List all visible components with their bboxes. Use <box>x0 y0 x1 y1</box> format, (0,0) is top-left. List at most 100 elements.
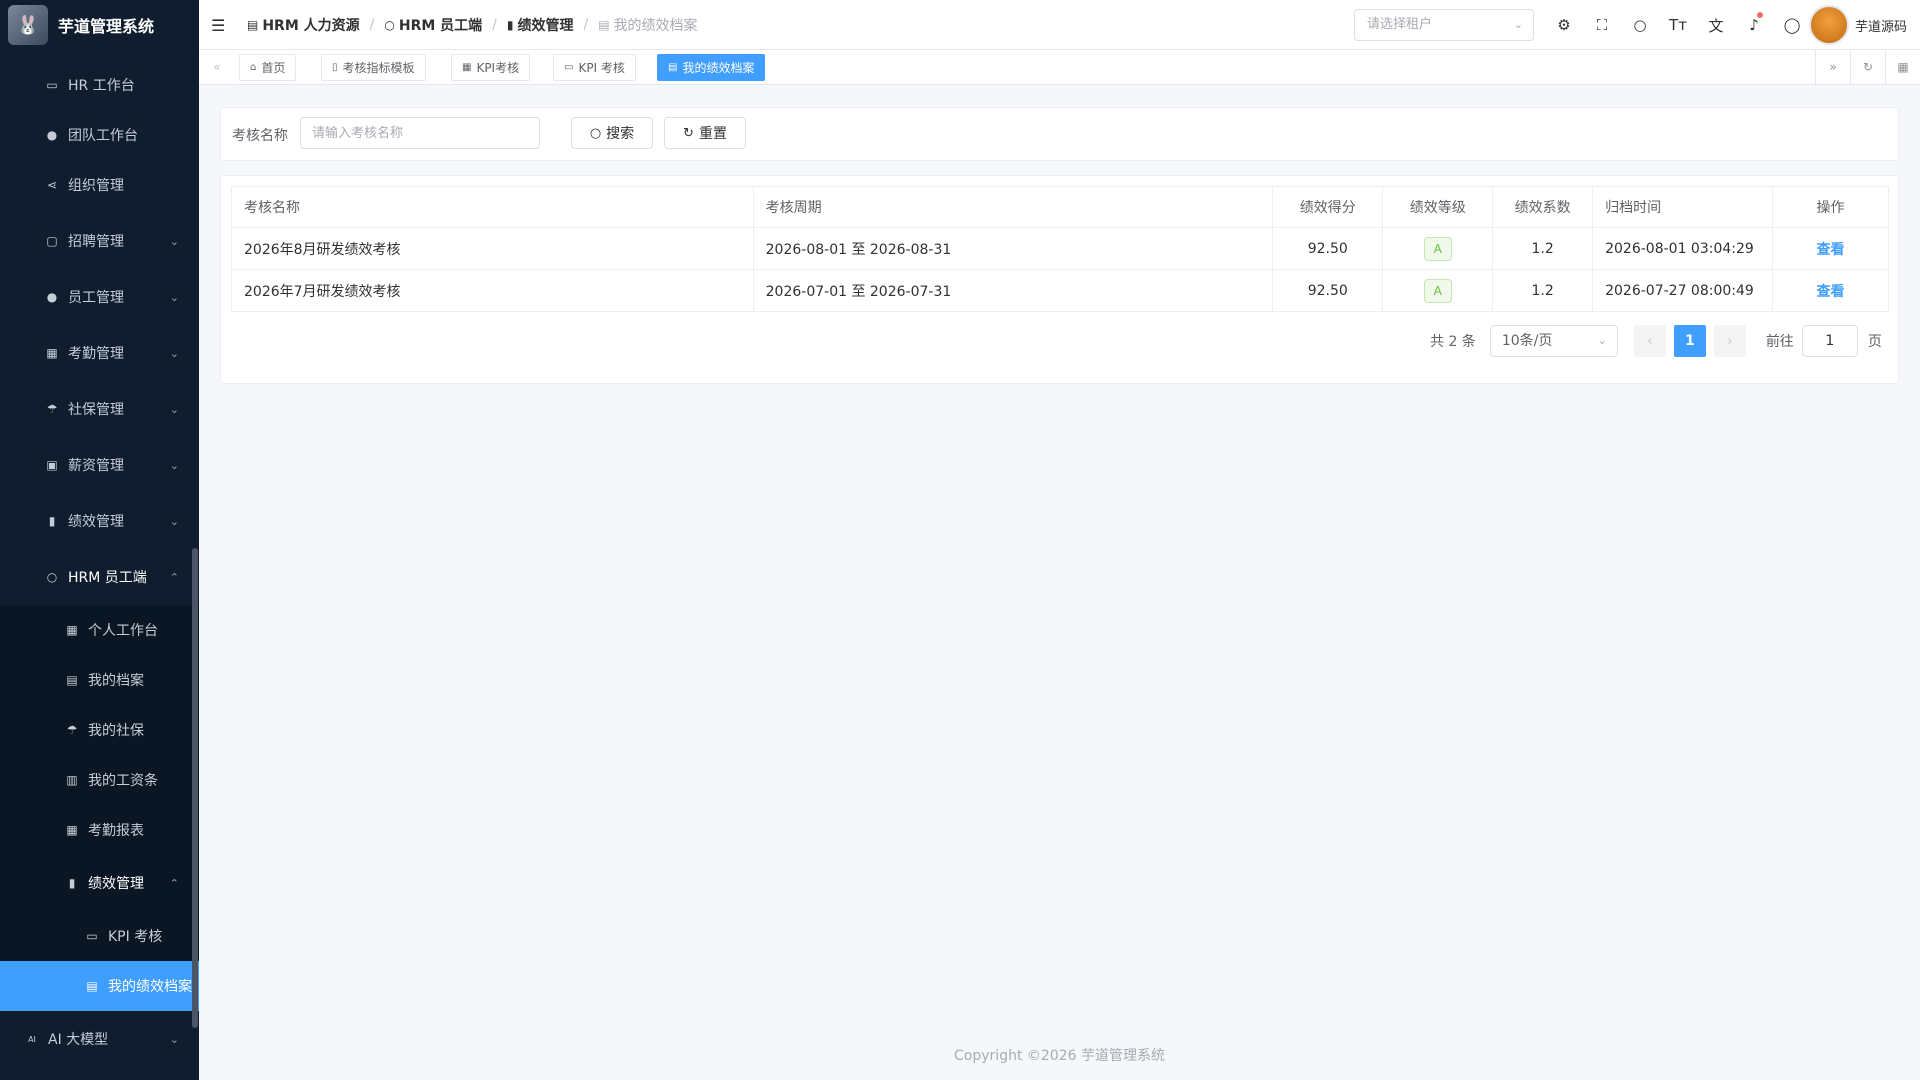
sidebar-item-attendance[interactable]: ▦ 考勤管理 ⌄ <box>0 328 199 378</box>
calendar-icon: ▦ <box>46 346 58 360</box>
breadcrumb-item[interactable]: ○ HRM 员工端 <box>384 15 482 35</box>
search-button[interactable]: ○ 搜索 <box>571 117 653 149</box>
sidebar-item-attendance-report[interactable]: ▦ 考勤报表 <box>0 805 199 855</box>
sidebar-item-perf-submenu[interactable]: ▮ 绩效管理 ⌃ <box>0 858 199 908</box>
sidebar-item-label: KPI 考核 <box>108 929 163 945</box>
view-link[interactable]: 查看 <box>1817 242 1845 258</box>
column-header: 考核名称 <box>231 186 754 228</box>
sidebar-item-my-payslip[interactable]: ▥ 我的工资条 <box>0 755 199 805</box>
table-row: 2026年8月研发绩效考核 2026-08-01 至 2026-08-31 92… <box>231 227 1889 270</box>
refresh-icon[interactable]: ↻ <box>1850 50 1885 84</box>
grade-badge: A <box>1423 236 1452 261</box>
notification-dot <box>1757 12 1763 18</box>
breadcrumb-item[interactable]: ▮ 绩效管理 <box>507 15 574 35</box>
next-page-button[interactable]: › <box>1713 325 1746 357</box>
avatar[interactable] <box>1809 5 1849 45</box>
sidebar-item-recruit[interactable]: ▢ 招聘管理 ⌄ <box>0 216 199 266</box>
font-size-icon[interactable]: Tт <box>1659 16 1697 34</box>
sidebar-item-label: 考勤管理 <box>68 346 124 362</box>
username[interactable]: 芋道源码 <box>1855 16 1907 35</box>
sidebar-item-my-profile[interactable]: ▤ 我的档案 <box>0 655 199 705</box>
breadcrumb: ▤ HRM 人力资源 / ○ HRM 员工端 / ▮ 绩效管理 / ▤ 我的绩效档案 <box>247 0 698 50</box>
book-icon: ▤ <box>66 673 78 687</box>
sidebar-item-label: 组织管理 <box>68 178 124 194</box>
search-icon[interactable]: ○ <box>1621 16 1659 34</box>
cell-archived: 2026-07-27 08:00:49 <box>1592 269 1774 312</box>
briefcase-icon: ▢ <box>46 234 58 248</box>
sidebar-item-label: 绩效管理 <box>68 514 124 530</box>
goto-page-input[interactable]: 1 <box>1801 325 1858 357</box>
chevron-down-icon: ⌄ <box>169 458 179 472</box>
top-header: ☰ ▤ HRM 人力资源 / ○ HRM 员工端 / ▮ 绩效管理 / ▤ 我的绩效档案… <box>199 0 1920 50</box>
message-icon[interactable]: ◯ <box>1773 16 1811 34</box>
settings-icon[interactable]: ⚙ <box>1545 16 1583 34</box>
user-icon: ○ <box>384 18 395 32</box>
column-header: 绩效得分 <box>1272 186 1384 228</box>
cell-coef: 1.2 <box>1492 227 1594 270</box>
logo[interactable]: 🐰 芋道管理系统 <box>0 0 199 50</box>
view-link[interactable]: 查看 <box>1817 284 1845 300</box>
sidebar-item-salary[interactable]: ▣ 薪资管理 ⌄ <box>0 440 199 490</box>
sidebar-item-org[interactable]: ⋖ 组织管理 <box>0 160 199 210</box>
search-icon: ○ <box>589 125 602 141</box>
column-header: 绩效系数 <box>1492 186 1594 228</box>
grid-menu-icon[interactable]: ▦ <box>1885 50 1920 84</box>
table-header-row: 考核名称 考核周期 绩效得分 绩效等级 绩效系数 归档时间 操作 <box>231 186 1889 228</box>
user-outline-icon: ○ <box>46 570 58 584</box>
calendar-icon: ▦ <box>66 823 78 837</box>
book-icon: ▤ <box>598 18 610 32</box>
fullscreen-icon[interactable]: ⛶ <box>1583 16 1621 34</box>
sidebar-item-label: 团队工作台 <box>68 128 138 144</box>
tab-my-perf-archive[interactable]: ▤ 我的绩效档案 <box>657 54 766 81</box>
tab-kpi-assess[interactable]: ▦ KPI考核 <box>451 54 531 81</box>
chevron-down-icon: ⌄ <box>169 1032 179 1046</box>
chevron-down-icon: ⌄ <box>1513 18 1523 31</box>
cell-name: 2026年7月研发绩效考核 <box>231 269 754 312</box>
sidebar-item-my-perf-archive[interactable]: ▤ 我的绩效档案 <box>0 961 199 1011</box>
cell-period: 2026-08-01 至 2026-08-31 <box>752 227 1274 270</box>
breadcrumb-item[interactable]: ▤ HRM 人力资源 <box>247 15 360 35</box>
cell-period: 2026-07-01 至 2026-07-31 <box>752 269 1274 312</box>
sidebar-scrollbar[interactable] <box>192 548 198 1028</box>
tenant-select[interactable]: 请选择租户 ⌄ <box>1354 9 1534 41</box>
sidebar-item-my-social[interactable]: ☂ 我的社保 <box>0 705 199 755</box>
sidebar-item-hrm-employee[interactable]: ○ HRM 员工端 ⌃ <box>0 552 199 602</box>
sidebar-item-label: 我的绩效档案 <box>108 979 192 995</box>
assessment-name-input[interactable] <box>300 117 540 149</box>
chevron-down-icon: ⌄ <box>169 346 179 360</box>
chevron-up-icon: ⌃ <box>169 876 179 890</box>
menu-toggle-icon[interactable]: ☰ <box>211 16 225 35</box>
scroll-right-icon[interactable]: » <box>1815 50 1850 84</box>
tab-kpi-assess-2[interactable]: ▭ KPI 考核 <box>553 54 636 81</box>
prev-page-button[interactable]: ‹ <box>1633 325 1666 357</box>
refresh-icon: ↻ <box>683 125 694 141</box>
calendar-icon: ▦ <box>462 62 472 73</box>
sidebar-item-kpi[interactable]: ▭ KPI 考核 <box>0 911 199 961</box>
column-header: 绩效等级 <box>1382 186 1494 228</box>
cell-name: 2026年8月研发绩效考核 <box>231 227 754 270</box>
share-icon: ⋖ <box>46 178 58 192</box>
scroll-left-icon[interactable]: « <box>199 50 235 84</box>
sidebar-item-social[interactable]: ☂ 社保管理 ⌄ <box>0 384 199 434</box>
sidebar-item-hr-workbench[interactable]: ▭ HR 工作台 <box>0 60 199 110</box>
sidebar-item-ai[interactable]: AI AI 大模型 ⌄ <box>0 1014 199 1064</box>
page-size-select[interactable]: 10条/页 ⌄ <box>1489 325 1618 357</box>
translate-icon[interactable]: 文 <box>1697 15 1735 36</box>
reset-button[interactable]: ↻ 重置 <box>664 117 746 149</box>
breadcrumb-separator: / <box>369 17 375 33</box>
page-number-current[interactable]: 1 <box>1673 325 1706 357</box>
sidebar-item-performance[interactable]: ▮ 绩效管理 ⌄ <box>0 496 199 546</box>
rabbit-logo-icon: 🐰 <box>8 5 48 45</box>
bell-icon[interactable]: ♪ <box>1735 12 1773 34</box>
footer-copyright: Copyright ©2026 芋道管理系统 <box>954 1048 1165 1064</box>
sidebar-item-personal-workbench[interactable]: ▦ 个人工作台 <box>0 605 199 655</box>
tab-home[interactable]: ⌂ 首页 <box>239 54 297 81</box>
tabs-actions: » ↻ ▦ <box>1815 50 1920 84</box>
sidebar-item-employee[interactable]: ● 员工管理 ⌄ <box>0 272 199 322</box>
sidebar-item-team-workbench[interactable]: ● 团队工作台 <box>0 110 199 160</box>
table-row: 2026年7月研发绩效考核 2026-07-01 至 2026-07-31 92… <box>231 269 1889 312</box>
sidebar-item-label: HR 工作台 <box>68 78 135 94</box>
tab-kpi-template[interactable]: ▯ 考核指标模板 <box>321 54 426 81</box>
wallet-icon: ▣ <box>46 458 58 472</box>
search-form: 考核名称 ○搜索 ↻重置 <box>220 107 1899 161</box>
